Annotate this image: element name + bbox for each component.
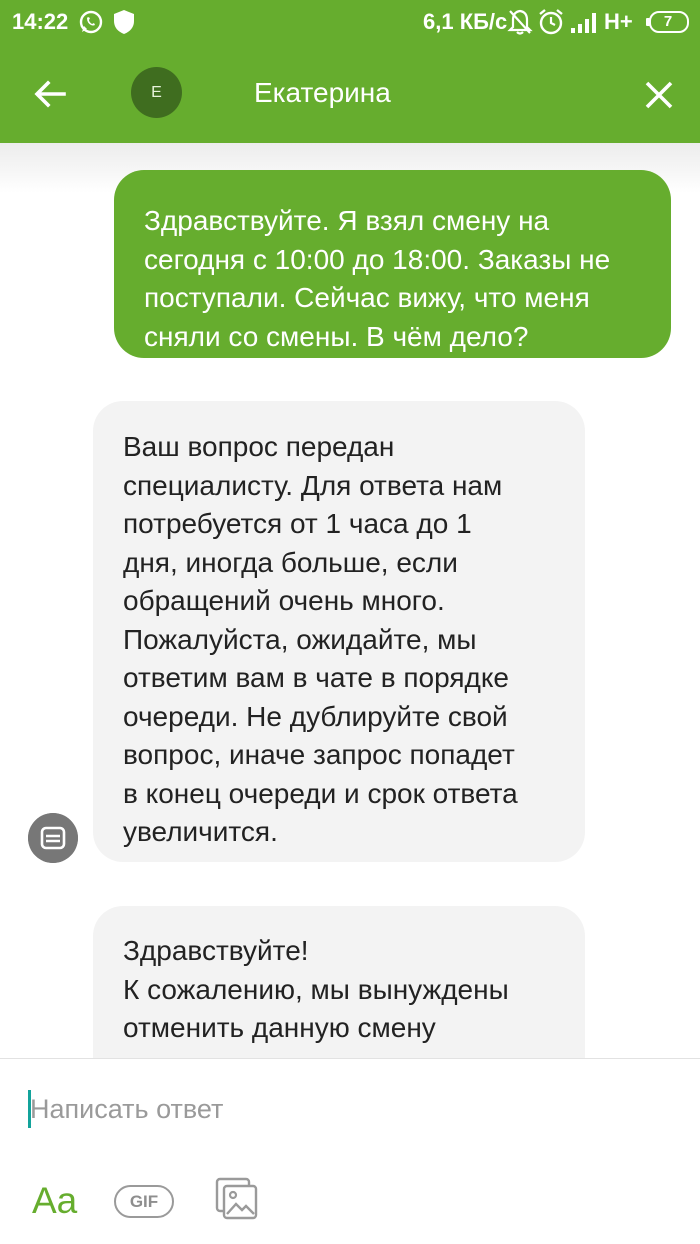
battery-level: 7 xyxy=(663,13,673,30)
contact-avatar[interactable]: Е xyxy=(131,67,182,118)
message-list[interactable]: Здравствуйте. Я взял смену на сегодня с … xyxy=(0,143,700,1058)
message-line: Здравствуйте. Я взял смену на xyxy=(144,205,550,236)
message-line: К сожалению, мы вынуждены xyxy=(123,973,509,1005)
message-line: отменить данную смену xyxy=(123,1012,436,1043)
reply-input[interactable] xyxy=(30,1089,670,1129)
message-line: сегодня с 10:00 до 18:00. Заказы не xyxy=(144,243,611,275)
signal-icon xyxy=(571,13,596,33)
message-line: поступали. Сейчас вижу, что меня xyxy=(144,282,590,313)
status-time: 14:22 xyxy=(12,9,69,34)
message-outgoing[interactable]: Здравствуйте. Я взял смену на сегодня с … xyxy=(114,170,671,358)
chat-title: Екатерина xyxy=(254,77,391,108)
message-line: обращений очень много. xyxy=(123,585,445,616)
shield-icon xyxy=(114,10,134,34)
image-icon[interactable] xyxy=(215,1177,259,1221)
message-line: очереди. Не дублируйте свой xyxy=(123,700,508,732)
status-bar: 14:22 6,1 КБ/с H+ 7 xyxy=(0,0,700,44)
gif-button[interactable]: GIF xyxy=(114,1185,174,1218)
format-text-button[interactable]: Aa xyxy=(32,1179,77,1223)
app-top-bar: 14:22 6,1 КБ/с H+ 7 Е Екатерина xyxy=(0,0,700,143)
close-icon[interactable] xyxy=(636,72,682,118)
composer: Aa GIF xyxy=(0,1058,700,1244)
message-line: сняли со смены. В чём дело? xyxy=(144,320,529,352)
network-speed: 6,1 КБ/с xyxy=(423,9,508,34)
message-line: Ваш вопрос передан xyxy=(123,431,395,462)
message-line: Здравствуйте! xyxy=(123,935,309,966)
message-line: в конец очереди и срок ответа xyxy=(123,777,518,809)
message-line: Пожалуйста, ожидайте, мы xyxy=(123,623,477,655)
battery-icon: 7 xyxy=(646,11,690,33)
message-line: увеличится. xyxy=(123,816,278,847)
network-type: H+ xyxy=(604,9,633,34)
message-line: по техническим причинам xyxy=(123,1048,565,1059)
alarm-icon xyxy=(539,9,563,35)
chat-header: Е Екатерина xyxy=(0,44,700,143)
message-line: дня, иногда больше, если xyxy=(123,546,458,578)
message-line: вопрос, иначе запрос попадет xyxy=(123,739,515,770)
message-line: специалисту. Для ответа нам xyxy=(123,469,503,501)
back-arrow-icon[interactable] xyxy=(28,72,72,116)
bot-avatar-icon xyxy=(28,813,78,863)
message-line: потребуется от 1 часа до 1 xyxy=(123,508,472,539)
bell-off-icon xyxy=(507,9,533,35)
message-incoming[interactable]: Здравствуйте! К сожалению, мы вынуждены … xyxy=(93,906,585,1058)
message-incoming[interactable]: Ваш вопрос передан специалисту. Для отве… xyxy=(93,401,585,862)
whatsapp-icon xyxy=(79,10,103,34)
message-line: ответим вам в чате в порядке xyxy=(123,662,509,693)
